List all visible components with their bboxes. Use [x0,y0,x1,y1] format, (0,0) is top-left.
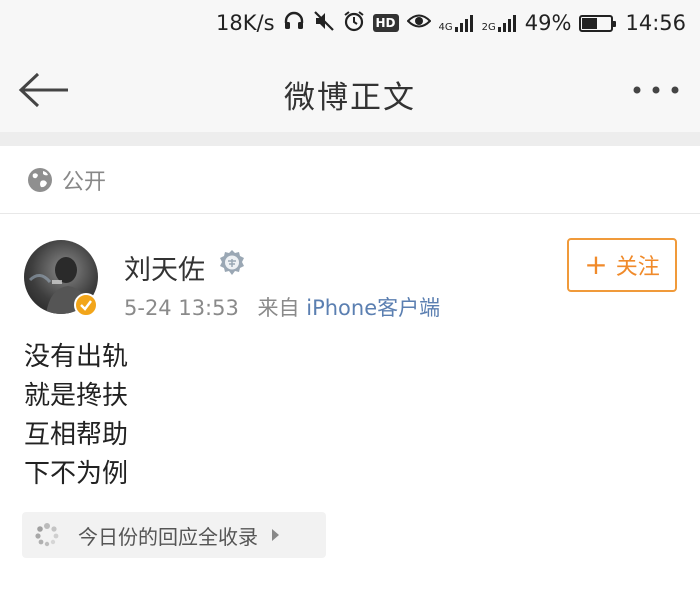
mute-icon [313,10,335,37]
nav-divider [0,132,700,146]
follow-button[interactable]: + 关注 [567,238,677,292]
source-link[interactable]: iPhone客户端 [306,296,440,320]
signal-2g: 2G [482,13,517,33]
network-2g-label: 2G [481,22,496,33]
chevron-right-icon [272,529,279,541]
hd-icon: HD [372,14,399,32]
username[interactable]: 刘天佐 [124,248,205,287]
source-from-label: 来自 [257,296,300,320]
visibility-row: 公开 [0,146,700,214]
net-speed: 18K/s [216,11,275,35]
signal-icon [454,15,473,32]
alarm-icon [343,10,365,37]
post-line: 下不为例 [24,459,129,489]
verified-badge-icon [74,293,98,317]
user-level-badge-icon [218,249,246,277]
post-line: 互相帮助 [24,420,129,450]
headphones-icon [283,10,305,37]
network-4g-label: 4G [438,22,453,33]
battery-fill [582,17,598,29]
responses-chip[interactable]: 今日份的回应全收录 [22,512,326,558]
post-line: 没有出轨 [24,342,129,372]
battery-icon [579,14,617,32]
visibility-label: 公开 [62,169,107,195]
plus-icon: + [584,248,608,281]
clock: 14:56 [625,11,686,35]
eye-icon [406,11,431,35]
more-button[interactable] [632,82,680,96]
globe-icon [28,167,52,192]
more-dots-icon [633,86,679,94]
responses-label: 今日份的回应全收录 [78,524,258,549]
nav-bar: 微博正文 [0,46,700,132]
page-title: 微博正文 [284,80,416,116]
loading-spinner-icon [35,523,59,547]
post-line: 就是搀扶 [24,381,129,411]
follow-label: 关注 [615,255,660,280]
signal-icon [497,15,516,32]
post-timestamp: 5-24 13:53 [124,296,239,320]
battery-percent: 49% [524,11,572,35]
signal-4g: 4G [439,13,474,33]
status-bar: 18K/s HD 4G 2G 49% 14:56 [0,0,700,46]
post-meta: 5-24 13:53 来自 iPhone客户端 [124,292,440,322]
post-body: 没有出轨 就是搀扶 互相帮助 下不为例 [24,338,128,494]
